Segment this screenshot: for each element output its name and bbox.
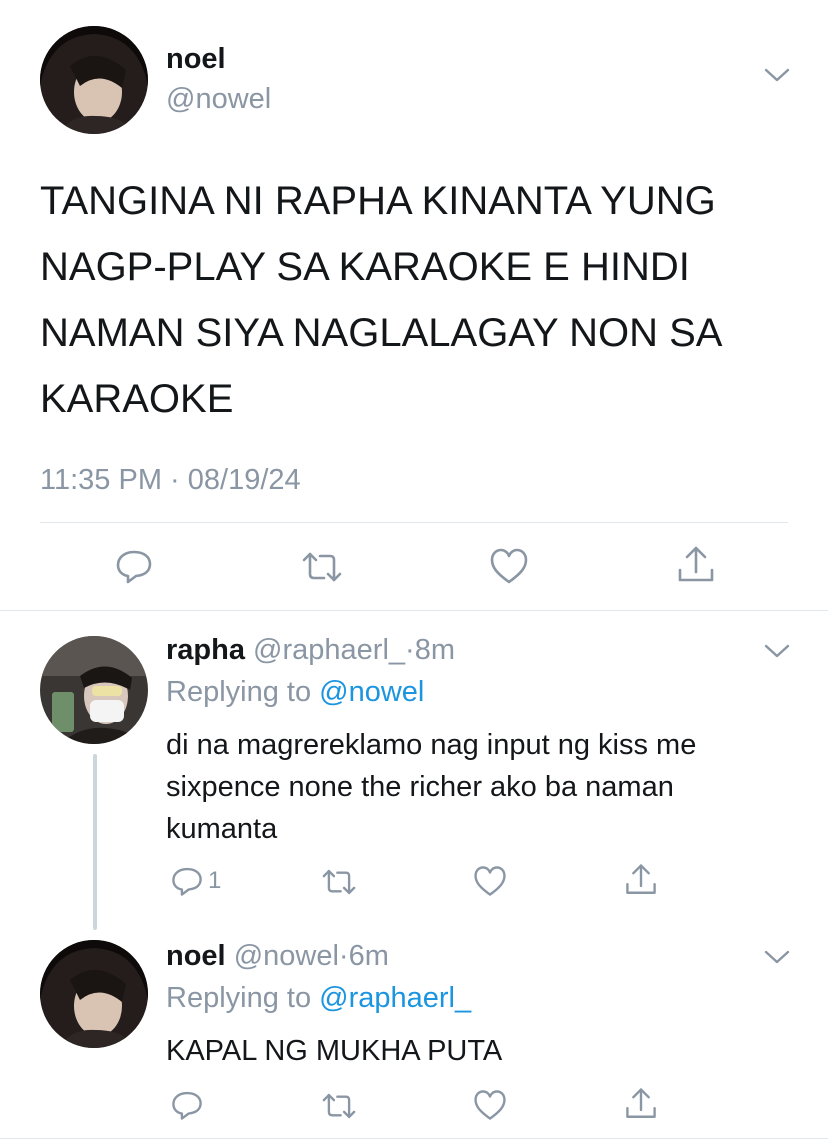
reply-text: di na magrereklamo nag input ng kiss me … — [166, 724, 696, 850]
share-button[interactable] — [676, 544, 716, 586]
reply-count: 1 — [208, 867, 222, 894]
tweet-text-line: KARAOKE — [40, 377, 234, 421]
replying-to-link[interactable]: @nowel — [319, 676, 424, 708]
replying-to: Replying to @raphaerl_ — [166, 980, 471, 1016]
separator-dot: · — [170, 464, 180, 496]
reply-time[interactable]: 6m — [349, 940, 389, 972]
retweet-button[interactable] — [300, 548, 344, 586]
like-icon — [472, 864, 508, 898]
replying-to-label: Replying to — [166, 676, 312, 708]
divider — [40, 522, 788, 523]
tweet-text-line: TANGINA NI RAPHA KINANTA YUNG — [40, 179, 716, 223]
tweet-text: TANGINA NI RAPHA KINANTA YUNG NAGP-PLAY … — [40, 168, 722, 432]
bottom-divider — [0, 1138, 828, 1139]
share-icon — [676, 544, 716, 586]
reply-text-line: kumanta — [166, 813, 278, 845]
share-icon — [624, 862, 658, 898]
share-button[interactable] — [624, 862, 658, 898]
author-handle[interactable]: @nowel — [166, 82, 271, 116]
like-button[interactable] — [472, 1088, 508, 1122]
separator-dot: · — [405, 634, 415, 666]
reply-text: KAPAL NG MUKHA PUTA — [166, 1030, 502, 1072]
tweet-time: 11:35 PM — [40, 464, 162, 496]
author-name[interactable]: noel — [166, 42, 226, 76]
section-divider — [0, 610, 828, 611]
retweet-button[interactable] — [320, 1090, 358, 1122]
avatar[interactable] — [40, 940, 148, 1048]
chevron-down-icon[interactable] — [764, 66, 790, 84]
author-handle[interactable]: @nowel — [234, 940, 339, 972]
thread-line — [93, 754, 97, 930]
like-icon — [488, 546, 530, 586]
like-icon — [472, 1088, 508, 1122]
reply-icon — [170, 1088, 204, 1122]
replying-to-link[interactable]: @raphaerl_ — [319, 982, 471, 1014]
reply-text-line: di na magrereklamo nag input ng kiss me — [166, 729, 697, 761]
reply-text-line: KAPAL NG MUKHA PUTA — [166, 1035, 503, 1067]
tweet-timestamp[interactable]: 11:35 PM · 08/19/24 — [40, 462, 301, 498]
reply-button[interactable] — [114, 546, 154, 586]
retweet-icon — [300, 548, 344, 586]
reply-time[interactable]: 8m — [415, 634, 455, 666]
author-handle[interactable]: @raphaerl_ — [253, 634, 405, 666]
like-button[interactable] — [472, 864, 508, 898]
replying-to-label: Replying to — [166, 982, 312, 1014]
author-name[interactable]: rapha — [166, 634, 245, 666]
share-icon — [624, 1086, 658, 1122]
reply-button[interactable]: 1 — [170, 864, 221, 898]
separator-dot: · — [338, 940, 349, 972]
avatar[interactable] — [40, 636, 148, 744]
tweet-text-line: NAMAN SIYA NAGLALAGAY NON SA — [40, 311, 723, 355]
share-button[interactable] — [624, 1086, 658, 1122]
retweet-icon — [320, 866, 358, 898]
author-name[interactable]: noel — [166, 940, 226, 972]
reply-icon — [114, 546, 154, 586]
retweet-icon — [320, 1090, 358, 1122]
avatar[interactable] — [40, 26, 148, 134]
reply-text-line: sixpence none the richer ako ba naman — [166, 771, 674, 803]
like-button[interactable] — [488, 546, 530, 586]
chevron-down-icon[interactable] — [764, 948, 790, 966]
tweet-date: 08/19/24 — [187, 464, 301, 496]
chevron-down-icon[interactable] — [764, 642, 790, 660]
replying-to: Replying to @nowel — [166, 674, 424, 710]
reply-button[interactable] — [170, 1088, 204, 1122]
reply-header: noel @nowel·6m — [166, 938, 389, 974]
reply-icon — [170, 864, 204, 898]
retweet-button[interactable] — [320, 866, 358, 898]
tweet-text-line: NAGP-PLAY SA KARAOKE E HINDI — [40, 245, 690, 289]
reply-header: rapha @raphaerl_·8m — [166, 632, 455, 668]
